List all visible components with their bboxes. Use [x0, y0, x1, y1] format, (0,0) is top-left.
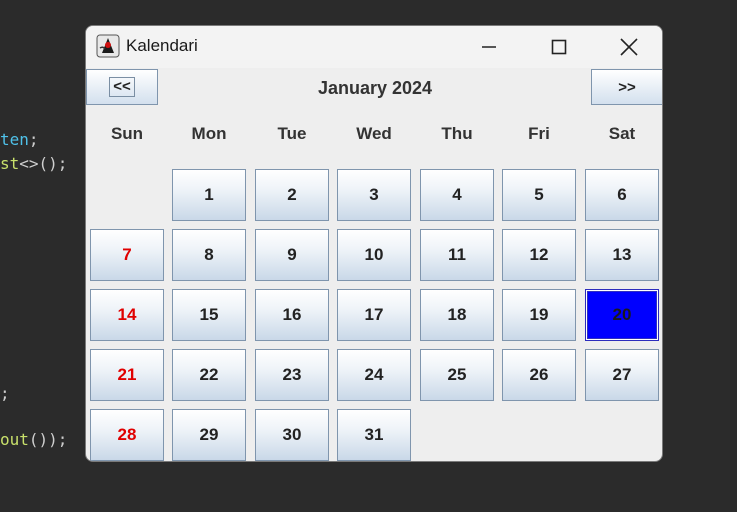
day-button[interactable]: 14: [90, 289, 164, 341]
weekday-header-mon: Mon: [191, 124, 227, 143]
day-button[interactable]: 17: [337, 289, 411, 341]
window-title: Kalendari: [126, 36, 198, 55]
day-button[interactable]: 7: [90, 229, 164, 281]
day-button[interactable]: 30: [255, 409, 329, 461]
weekday-header-thu: Thu: [441, 124, 473, 143]
day-button[interactable]: 25: [420, 349, 494, 401]
day-button[interactable]: 6: [585, 169, 659, 221]
day-button[interactable]: 23: [255, 349, 329, 401]
code-line: ten;: [0, 131, 39, 149]
day-button[interactable]: 15: [172, 289, 246, 341]
weekday-header-sun: Sun: [110, 124, 144, 143]
weekday-header-wed: Wed: [356, 124, 392, 143]
code-line: st<>();: [0, 155, 67, 173]
day-button[interactable]: 11: [420, 229, 494, 281]
day-button[interactable]: 10: [337, 229, 411, 281]
day-button[interactable]: 28: [90, 409, 164, 461]
code-token: out: [0, 430, 29, 449]
day-button[interactable]: 19: [502, 289, 576, 341]
day-button[interactable]: 22: [172, 349, 246, 401]
code-token: ());: [28, 430, 68, 449]
code-token: ;: [0, 384, 10, 403]
weekday-header-fri: Fri: [528, 124, 550, 143]
day-button[interactable]: 8: [172, 229, 246, 281]
day-button[interactable]: 16: [255, 289, 329, 341]
code-token: st: [0, 154, 20, 173]
maximize-button[interactable]: [536, 26, 582, 68]
day-button[interactable]: 27: [585, 349, 659, 401]
next-month-button[interactable]: >>: [591, 69, 662, 105]
weekday-header-sat: Sat: [608, 124, 636, 143]
code-token: ;: [28, 130, 39, 149]
day-button[interactable]: 5: [502, 169, 576, 221]
day-button[interactable]: 31: [337, 409, 411, 461]
java-duke-icon: [96, 34, 120, 58]
selected-day-button[interactable]: 20: [585, 289, 659, 341]
code-token: <>();: [19, 154, 68, 173]
day-button[interactable]: 18: [420, 289, 494, 341]
day-button[interactable]: 2: [255, 169, 329, 221]
day-button[interactable]: 9: [255, 229, 329, 281]
maximize-icon: [551, 39, 567, 55]
day-button[interactable]: 29: [172, 409, 246, 461]
day-button[interactable]: 24: [337, 349, 411, 401]
minimize-icon: [482, 46, 496, 48]
day-button[interactable]: 4: [420, 169, 494, 221]
day-button[interactable]: 13: [585, 229, 659, 281]
day-button[interactable]: 12: [502, 229, 576, 281]
minimize-button[interactable]: [466, 26, 512, 68]
day-button[interactable]: 21: [90, 349, 164, 401]
close-button[interactable]: [606, 26, 652, 68]
day-button[interactable]: 3: [337, 169, 411, 221]
code-token: ten: [0, 130, 29, 149]
code-line: ;: [0, 385, 10, 403]
code-line: out());: [0, 431, 67, 449]
day-button[interactable]: 26: [502, 349, 576, 401]
month-year-label: January 2024: [317, 78, 433, 98]
weekday-header-tue: Tue: [277, 124, 307, 143]
calendar-window: Kalendari << January 2024 >> Sun Mon Tue…: [85, 25, 663, 462]
day-button[interactable]: 1: [172, 169, 246, 221]
close-icon: [620, 38, 638, 56]
title-bar[interactable]: Kalendari: [86, 26, 662, 68]
code-editor-background: ten; st<>(); ; out());: [0, 0, 90, 512]
